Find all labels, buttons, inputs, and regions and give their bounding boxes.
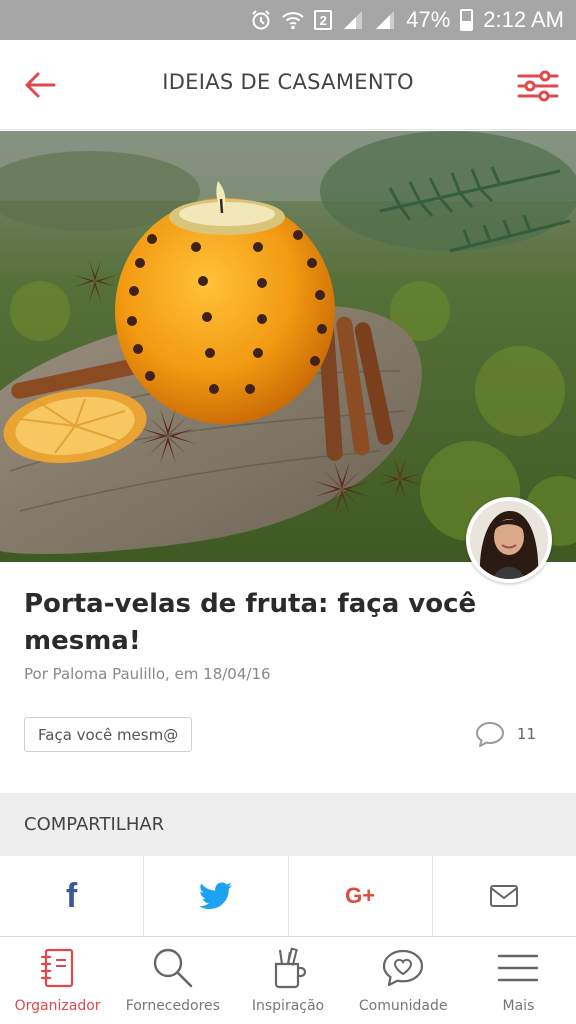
- nav-label: Mais: [502, 998, 535, 1014]
- nav-label: Organizador: [14, 998, 101, 1014]
- battery-percent: 47%: [406, 7, 451, 32]
- signal-icon-2: [374, 9, 396, 31]
- nav-label: Comunidade: [358, 998, 448, 1014]
- nav-label: Fornecedores: [125, 998, 220, 1014]
- facebook-icon: f: [65, 876, 78, 915]
- nav-comunidade[interactable]: Comunidade: [346, 937, 461, 1024]
- nav-mais[interactable]: Mais: [461, 937, 576, 1024]
- page-title: IDEIAS DE CASAMENTO: [162, 70, 414, 94]
- status-bar: 2 47% 2:12 AM: [0, 0, 576, 40]
- share-google-plus-button[interactable]: G+: [289, 856, 433, 936]
- orange-candle-photo: [0, 131, 576, 562]
- bottom-navigation: Organizador Fornecedores Inspiração Comu…: [0, 936, 576, 1024]
- menu-icon: [495, 945, 541, 991]
- google-plus-icon: G+: [345, 883, 376, 908]
- search-icon: [150, 945, 196, 991]
- comment-count: 11: [516, 725, 536, 743]
- arrow-left-icon: [25, 72, 56, 98]
- share-twitter-button[interactable]: [144, 856, 289, 936]
- comments-button[interactable]: 11: [475, 720, 536, 748]
- pencil-cup-icon: [265, 945, 311, 991]
- heart-chat-icon: [380, 945, 426, 991]
- back-button[interactable]: [20, 66, 60, 104]
- share-email-button[interactable]: [433, 856, 576, 936]
- clock: 2:12 AM: [483, 7, 564, 32]
- battery-icon: [460, 9, 474, 31]
- article-title: Porta-velas de fruta: faça você mesma!: [24, 589, 477, 656]
- filter-button[interactable]: [516, 66, 560, 106]
- share-buttons: f G+: [0, 856, 576, 936]
- alarm-icon: [250, 9, 272, 31]
- app-bar: IDEIAS DE CASAMENTO: [0, 40, 576, 130]
- nav-label: Inspiração: [251, 998, 325, 1014]
- article-hero-image[interactable]: [0, 131, 576, 562]
- category-tag[interactable]: Faça você mesm@: [24, 717, 193, 752]
- sliders-icon: [517, 70, 559, 102]
- author-avatar[interactable]: [466, 497, 552, 583]
- twitter-icon: [198, 882, 232, 910]
- share-section-title: COMPARTILHAR: [0, 793, 576, 856]
- nav-inspiracao[interactable]: Inspiração: [230, 937, 345, 1024]
- notebook-icon: [35, 945, 81, 991]
- author-portrait: [470, 501, 548, 579]
- nav-organizador[interactable]: Organizador: [0, 937, 115, 1024]
- share-facebook-button[interactable]: f: [0, 856, 145, 936]
- comment-icon: [475, 722, 504, 747]
- article-byline: Por Paloma Paulillo, em 18/04/16: [24, 665, 271, 683]
- signal-icon: [342, 9, 364, 31]
- email-icon: [490, 885, 519, 907]
- wifi-icon: [282, 10, 304, 30]
- nav-fornecedores[interactable]: Fornecedores: [115, 937, 230, 1024]
- sim-slot-badge: 2: [314, 10, 333, 30]
